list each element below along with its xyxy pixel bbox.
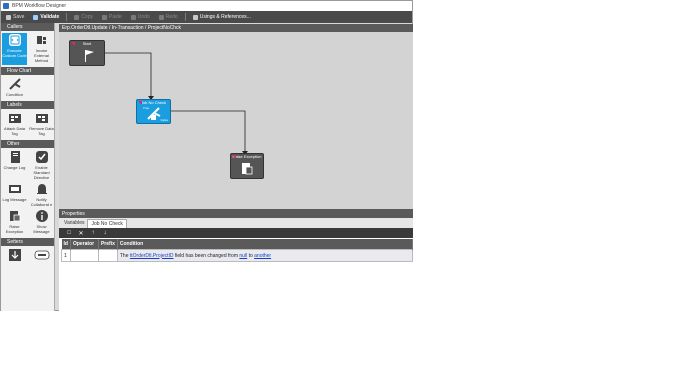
palette-item-enable-standard-directive[interactable]: Enable Standard Directive [29, 150, 54, 182]
properties-header: Properties [59, 209, 413, 218]
validate-button[interactable]: Validate [31, 12, 61, 22]
tab-job-no-check[interactable]: Job No Check [87, 219, 127, 228]
to-value-link[interactable]: another [254, 253, 271, 259]
copy-button[interactable]: Copy [72, 12, 95, 22]
title-bar: BPM Workflow Designer [1, 1, 412, 11]
delete-icon[interactable]: ✕ [75, 230, 87, 237]
condition-table: Id Operator Prefix Condition 1 The ttOrd… [61, 239, 414, 262]
usings-references-button[interactable]: Usings & References... [191, 12, 253, 22]
code-icon [7, 33, 23, 47]
workflow-designer-window: BPM Workflow Designer Save Validate Copy… [0, 0, 414, 311]
palette-section-setters[interactable]: Setters [1, 238, 54, 246]
toolbar-divider [66, 13, 68, 21]
breadcrumb: Erp.OrderDtl.Update / In-Transaction / P… [59, 24, 413, 32]
move-up-icon[interactable]: ↑ [87, 230, 99, 236]
false-branch-label: False [160, 118, 168, 122]
connector-lines [105, 52, 248, 155]
connector-start-to-check [105, 52, 152, 99]
table-row[interactable]: 1 The ttOrderDtl.ProjectID field has bee… [61, 249, 414, 262]
redo-button[interactable]: Redo [157, 12, 180, 22]
palette-item-remove-data-tag[interactable]: Remove Data Tag [29, 111, 54, 138]
palette-item-execute-custom-code[interactable]: Execute Custom Code [2, 33, 27, 65]
activity-palette: Callers Execute Custom Code Invoke Exter… [1, 23, 55, 311]
palette-section-flow-chart[interactable]: Flow Chart [1, 67, 54, 75]
workflow-canvas[interactable]: Start Job No Check False True Raise Exce… [59, 32, 413, 209]
palette-section-other[interactable]: Other [1, 140, 54, 148]
condition-grid-toolbar: □ ✕ ↑ ↓ [59, 228, 413, 238]
move-down-icon[interactable]: ↓ [99, 230, 111, 236]
references-icon [192, 14, 198, 20]
connector-check-to-exception [171, 110, 246, 154]
cell-operator[interactable] [69, 249, 99, 262]
remove-tag-icon [34, 111, 50, 125]
flag-icon [85, 50, 94, 62]
raise-exception-icon [242, 163, 253, 175]
attach-tag-icon [7, 111, 23, 125]
properties-tabs: Variables Job No Check [59, 218, 413, 228]
palette-item-condition[interactable]: Condition [2, 77, 27, 99]
save-button[interactable]: Save [4, 12, 26, 22]
toolbar: Save Validate Copy Paste Undo Redo Using… [1, 11, 412, 23]
undo-icon [130, 14, 136, 20]
node-start[interactable]: Start [69, 40, 105, 66]
palette-item-raise-exception[interactable]: Raise Exception [2, 209, 27, 236]
info-icon [34, 209, 50, 223]
cell-condition[interactable]: The ttOrderDtl.ProjectID field has been … [116, 249, 414, 262]
node-raise-exception[interactable]: Raise Exception [230, 153, 264, 179]
palette-item-log-message[interactable]: Log Message [2, 182, 27, 209]
palette-item-change-log[interactable]: Change Log [2, 150, 27, 182]
column-header-id[interactable]: Id [61, 239, 71, 250]
paste-button[interactable]: Paste [100, 12, 124, 22]
bell-icon [34, 182, 50, 196]
column-header-condition[interactable]: Condition [117, 239, 414, 250]
toolbar-divider [184, 13, 186, 21]
column-header-operator[interactable]: Operator [70, 239, 99, 250]
save-icon [6, 14, 11, 20]
invoke-method-icon [34, 33, 50, 47]
palette-item-invoke-external-method[interactable]: Invoke External Method [29, 33, 54, 65]
undo-button[interactable]: Undo [129, 12, 152, 22]
window-title: BPM Workflow Designer [12, 3, 67, 9]
raise-exception-icon [7, 209, 23, 223]
cell-prefix[interactable] [97, 249, 118, 262]
palette-item-show-message[interactable]: Show Message [29, 209, 54, 236]
change-log-icon [7, 150, 23, 164]
properties-body: □ ✕ ↑ ↓ Id Operator Prefix Condition 1 T… [59, 228, 414, 311]
field-link[interactable]: ttOrderDtl.ProjectID [130, 253, 174, 259]
palette-item-attach-data-tag[interactable]: Attach Data Tag [2, 111, 27, 138]
standard-directive-icon [34, 150, 50, 164]
condition-icon [7, 77, 23, 91]
app-icon [3, 3, 9, 9]
abc-field-icon [34, 248, 50, 262]
validate-icon [33, 14, 39, 20]
node-job-no-check[interactable]: Job No Check False True [136, 99, 171, 124]
palette-section-callers[interactable]: Callers [1, 23, 54, 31]
new-row-icon[interactable]: □ [63, 230, 75, 236]
palette-item-setter[interactable] [2, 248, 27, 265]
palette-section-labels[interactable]: Labels [1, 101, 54, 109]
setter-icon [7, 248, 23, 262]
palette-item-notify-collaborate[interactable]: Notify Collaborat e [29, 182, 54, 209]
redo-icon [158, 14, 164, 20]
copy-icon [74, 14, 80, 20]
true-branch-label: True [143, 106, 150, 110]
tab-variables[interactable]: Variables [61, 219, 87, 228]
log-message-icon [7, 182, 23, 196]
column-header-prefix[interactable]: Prefix [98, 239, 118, 250]
paste-icon [102, 14, 107, 20]
palette-item-abc-field[interactable] [29, 248, 54, 265]
cell-id[interactable]: 1 [61, 249, 71, 262]
